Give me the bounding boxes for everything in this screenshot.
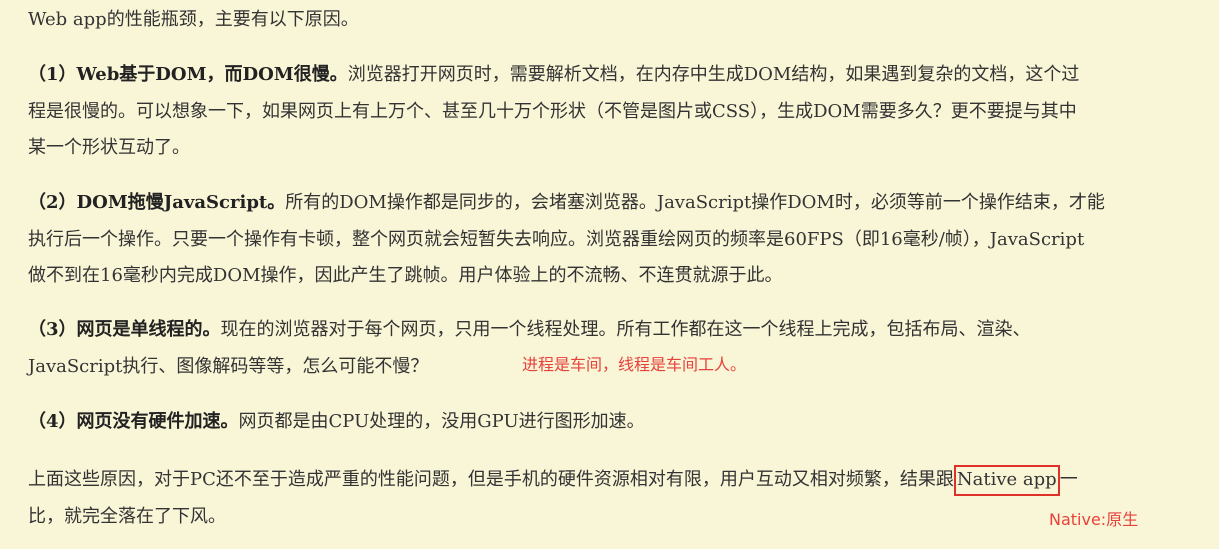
paragraph-text: 网页都是由CPU处理的，没用GPU进行图形加速。: [238, 411, 645, 432]
paragraph-heading: （1）Web基于DOM，而DOM很慢。: [28, 64, 348, 85]
paragraph-text: 比，就完全落在了下风。: [28, 505, 226, 527]
paragraph-dom-blocks-js: （2）DOM拖慢JavaScript。所有的DOM操作都是同步的，会堵塞浏览器。…: [28, 185, 1193, 295]
paragraph-text: 执行后一个操作。只要一个操作有卡顿，整个网页就会短暂失去响应。浏览器重绘网页的频…: [28, 228, 1085, 250]
annotation-thread-note: 进程是车间，线程是车间工人。: [522, 355, 747, 374]
paragraph-text: 所有的DOM操作都是同步的，会堵塞浏览器。JavaScript操作DOM时，必须…: [285, 192, 1105, 213]
paragraph-text: 程是很慢的。可以想象一下，如果网页上有上万个、甚至几十万个形状（不管是图片或CS…: [28, 100, 1077, 122]
paragraph-heading: （2）DOM拖慢JavaScript。: [28, 192, 286, 213]
paragraph-text: 做不到在16毫秒内完成DOM操作，因此产生了跳帧。用户体验上的不流畅、不连贯就源…: [28, 265, 783, 286]
paragraph-heading: （4）网页没有硬件加速。: [28, 411, 239, 432]
paragraph-heading: （3）网页是单线程的。: [28, 319, 221, 340]
paragraph-text: 浏览器打开网页时，需要解析文档，在内存中生成DOM结构，如果遇到复杂的文档，这个…: [347, 64, 1080, 85]
annotation-native-note: Native:原生: [1049, 510, 1139, 529]
paragraph-text: 现在的浏览器对于每个网页，只用一个线程处理。所有工作都在这一个线程上完成，包括布…: [220, 319, 1031, 340]
paragraph-no-hw-accel: （4）网页没有硬件加速。网页都是由CPU处理的，没用GPU进行图形加速。: [28, 404, 1193, 441]
paragraph-text: 上面这些原因，对于PC还不至于造成严重的性能问题，但是手机的硬件资源相对有限，用…: [28, 469, 954, 490]
paragraph-conclusion: 上面这些原因，对于PC还不至于造成严重的性能问题，但是手机的硬件资源相对有限，用…: [28, 462, 1193, 535]
paragraph-text: 某一个形状互动了。: [28, 137, 190, 158]
paragraph-dom-slow: （1）Web基于DOM，而DOM很慢。浏览器打开网页时，需要解析文档，在内存中生…: [28, 57, 1193, 167]
intro-paragraph: Web app的性能瓶颈，主要有以下原因。: [28, 9, 359, 30]
highlight-box-native-app: Native app: [953, 465, 1060, 496]
paragraph-text: 一: [1059, 469, 1078, 490]
